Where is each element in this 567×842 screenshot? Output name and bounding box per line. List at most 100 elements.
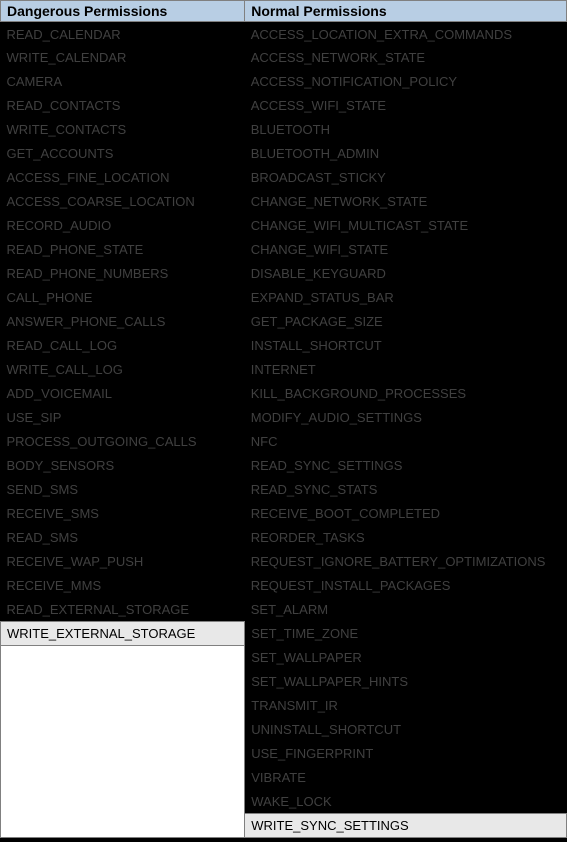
- normal-cell: ACCESS_WIFI_STATE: [245, 94, 567, 118]
- dangerous-cell: BODY_SENSORS: [1, 454, 245, 478]
- normal-cell: REORDER_TASKS: [245, 526, 567, 550]
- header-dangerous: Dangerous Permissions: [1, 1, 245, 22]
- dangerous-cell: READ_CALL_LOG: [1, 334, 245, 358]
- table-row: RECEIVE_SMSRECEIVE_BOOT_COMPLETED: [1, 502, 567, 526]
- dangerous-cell: PROCESS_OUTGOING_CALLS: [1, 430, 245, 454]
- table-row: WRITE_EXTERNAL_STORAGESET_TIME_ZONE: [1, 622, 567, 646]
- dangerous-cell: CAMERA: [1, 70, 245, 94]
- dangerous-cell: [1, 742, 245, 766]
- table-row: USE_FINGERPRINT: [1, 742, 567, 766]
- dangerous-cell: WRITE_CALENDAR: [1, 46, 245, 70]
- dangerous-cell: WRITE_EXTERNAL_STORAGE: [1, 622, 245, 646]
- dangerous-cell: GET_ACCOUNTS: [1, 142, 245, 166]
- normal-cell: WAKE_LOCK: [245, 790, 567, 814]
- table-row: ADD_VOICEMAILKILL_BACKGROUND_PROCESSES: [1, 382, 567, 406]
- dangerous-cell: READ_EXTERNAL_STORAGE: [1, 598, 245, 622]
- table-row: READ_CONTACTSACCESS_WIFI_STATE: [1, 94, 567, 118]
- normal-cell: BLUETOOTH: [245, 118, 567, 142]
- table-row: BODY_SENSORSREAD_SYNC_SETTINGS: [1, 454, 567, 478]
- table-row: CAMERAACCESS_NOTIFICATION_POLICY: [1, 70, 567, 94]
- dangerous-cell: READ_SMS: [1, 526, 245, 550]
- normal-cell: UNINSTALL_SHORTCUT: [245, 718, 567, 742]
- header-normal: Normal Permissions: [245, 1, 567, 22]
- table-row: TRANSMIT_IR: [1, 694, 567, 718]
- normal-cell: REQUEST_IGNORE_BATTERY_OPTIMIZATIONS: [245, 550, 567, 574]
- table-row: READ_CALL_LOGINSTALL_SHORTCUT: [1, 334, 567, 358]
- normal-cell: READ_SYNC_SETTINGS: [245, 454, 567, 478]
- dangerous-cell: ANSWER_PHONE_CALLS: [1, 310, 245, 334]
- normal-cell: INTERNET: [245, 358, 567, 382]
- table-row: VIBRATE: [1, 766, 567, 790]
- normal-cell: ACCESS_NETWORK_STATE: [245, 46, 567, 70]
- normal-cell: DISABLE_KEYGUARD: [245, 262, 567, 286]
- table-row: CALL_PHONEEXPAND_STATUS_BAR: [1, 286, 567, 310]
- dangerous-cell: CALL_PHONE: [1, 286, 245, 310]
- dangerous-cell: [1, 670, 245, 694]
- table-row: WRITE_CALL_LOGINTERNET: [1, 358, 567, 382]
- dangerous-cell: RECEIVE_SMS: [1, 502, 245, 526]
- table-row: READ_PHONE_STATECHANGE_WIFI_STATE: [1, 238, 567, 262]
- dangerous-cell: ACCESS_COARSE_LOCATION: [1, 190, 245, 214]
- normal-cell: BROADCAST_STICKY: [245, 166, 567, 190]
- normal-cell: CHANGE_NETWORK_STATE: [245, 190, 567, 214]
- dangerous-cell: ADD_VOICEMAIL: [1, 382, 245, 406]
- table-row: READ_CALENDARACCESS_LOCATION_EXTRA_COMMA…: [1, 22, 567, 46]
- table-row: RECEIVE_WAP_PUSHREQUEST_IGNORE_BATTERY_O…: [1, 550, 567, 574]
- normal-cell: EXPAND_STATUS_BAR: [245, 286, 567, 310]
- normal-cell: INSTALL_SHORTCUT: [245, 334, 567, 358]
- normal-cell: READ_SYNC_STATS: [245, 478, 567, 502]
- dangerous-cell: ACCESS_FINE_LOCATION: [1, 166, 245, 190]
- table-row: ACCESS_FINE_LOCATIONBROADCAST_STICKY: [1, 166, 567, 190]
- dangerous-cell: RECEIVE_WAP_PUSH: [1, 550, 245, 574]
- dangerous-cell: [1, 646, 245, 670]
- table-row: WRITE_SYNC_SETTINGS: [1, 814, 567, 838]
- table-row: USE_SIPMODIFY_AUDIO_SETTINGS: [1, 406, 567, 430]
- dangerous-cell: [1, 766, 245, 790]
- table-row: ANSWER_PHONE_CALLSGET_PACKAGE_SIZE: [1, 310, 567, 334]
- table-row: READ_EXTERNAL_STORAGESET_ALARM: [1, 598, 567, 622]
- dangerous-cell: READ_CONTACTS: [1, 94, 245, 118]
- normal-cell: TRANSMIT_IR: [245, 694, 567, 718]
- header-row: Dangerous Permissions Normal Permissions: [1, 1, 567, 22]
- dangerous-cell: RECORD_AUDIO: [1, 214, 245, 238]
- table-row: SEND_SMSREAD_SYNC_STATS: [1, 478, 567, 502]
- table-row: RECORD_AUDIOCHANGE_WIFI_MULTICAST_STATE: [1, 214, 567, 238]
- table-row: GET_ACCOUNTSBLUETOOTH_ADMIN: [1, 142, 567, 166]
- normal-cell: USE_FINGERPRINT: [245, 742, 567, 766]
- normal-cell: SET_TIME_ZONE: [245, 622, 567, 646]
- dangerous-cell: READ_PHONE_STATE: [1, 238, 245, 262]
- table-row: WRITE_CALENDARACCESS_NETWORK_STATE: [1, 46, 567, 70]
- normal-cell: REQUEST_INSTALL_PACKAGES: [245, 574, 567, 598]
- normal-cell: RECEIVE_BOOT_COMPLETED: [245, 502, 567, 526]
- table-row: WRITE_CONTACTSBLUETOOTH: [1, 118, 567, 142]
- dangerous-cell: USE_SIP: [1, 406, 245, 430]
- dangerous-cell: [1, 718, 245, 742]
- normal-cell: KILL_BACKGROUND_PROCESSES: [245, 382, 567, 406]
- dangerous-cell: READ_CALENDAR: [1, 22, 245, 46]
- table-row: PROCESS_OUTGOING_CALLSNFC: [1, 430, 567, 454]
- dangerous-cell: WRITE_CONTACTS: [1, 118, 245, 142]
- normal-cell: GET_PACKAGE_SIZE: [245, 310, 567, 334]
- normal-cell: SET_WALLPAPER_HINTS: [245, 670, 567, 694]
- normal-cell: MODIFY_AUDIO_SETTINGS: [245, 406, 567, 430]
- table-row: WAKE_LOCK: [1, 790, 567, 814]
- normal-cell: ACCESS_NOTIFICATION_POLICY: [245, 70, 567, 94]
- dangerous-cell: [1, 814, 245, 838]
- table-row: READ_PHONE_NUMBERSDISABLE_KEYGUARD: [1, 262, 567, 286]
- table-row: READ_SMSREORDER_TASKS: [1, 526, 567, 550]
- permissions-table: Dangerous Permissions Normal Permissions…: [0, 0, 567, 838]
- dangerous-cell: WRITE_CALL_LOG: [1, 358, 245, 382]
- table-row: ACCESS_COARSE_LOCATIONCHANGE_NETWORK_STA…: [1, 190, 567, 214]
- table-row: SET_WALLPAPER: [1, 646, 567, 670]
- dangerous-cell: RECEIVE_MMS: [1, 574, 245, 598]
- normal-cell: SET_ALARM: [245, 598, 567, 622]
- normal-cell: BLUETOOTH_ADMIN: [245, 142, 567, 166]
- table-row: SET_WALLPAPER_HINTS: [1, 670, 567, 694]
- normal-cell: CHANGE_WIFI_MULTICAST_STATE: [245, 214, 567, 238]
- table-row: RECEIVE_MMSREQUEST_INSTALL_PACKAGES: [1, 574, 567, 598]
- dangerous-cell: SEND_SMS: [1, 478, 245, 502]
- dangerous-cell: [1, 790, 245, 814]
- dangerous-cell: [1, 694, 245, 718]
- table-row: UNINSTALL_SHORTCUT: [1, 718, 567, 742]
- normal-cell: SET_WALLPAPER: [245, 646, 567, 670]
